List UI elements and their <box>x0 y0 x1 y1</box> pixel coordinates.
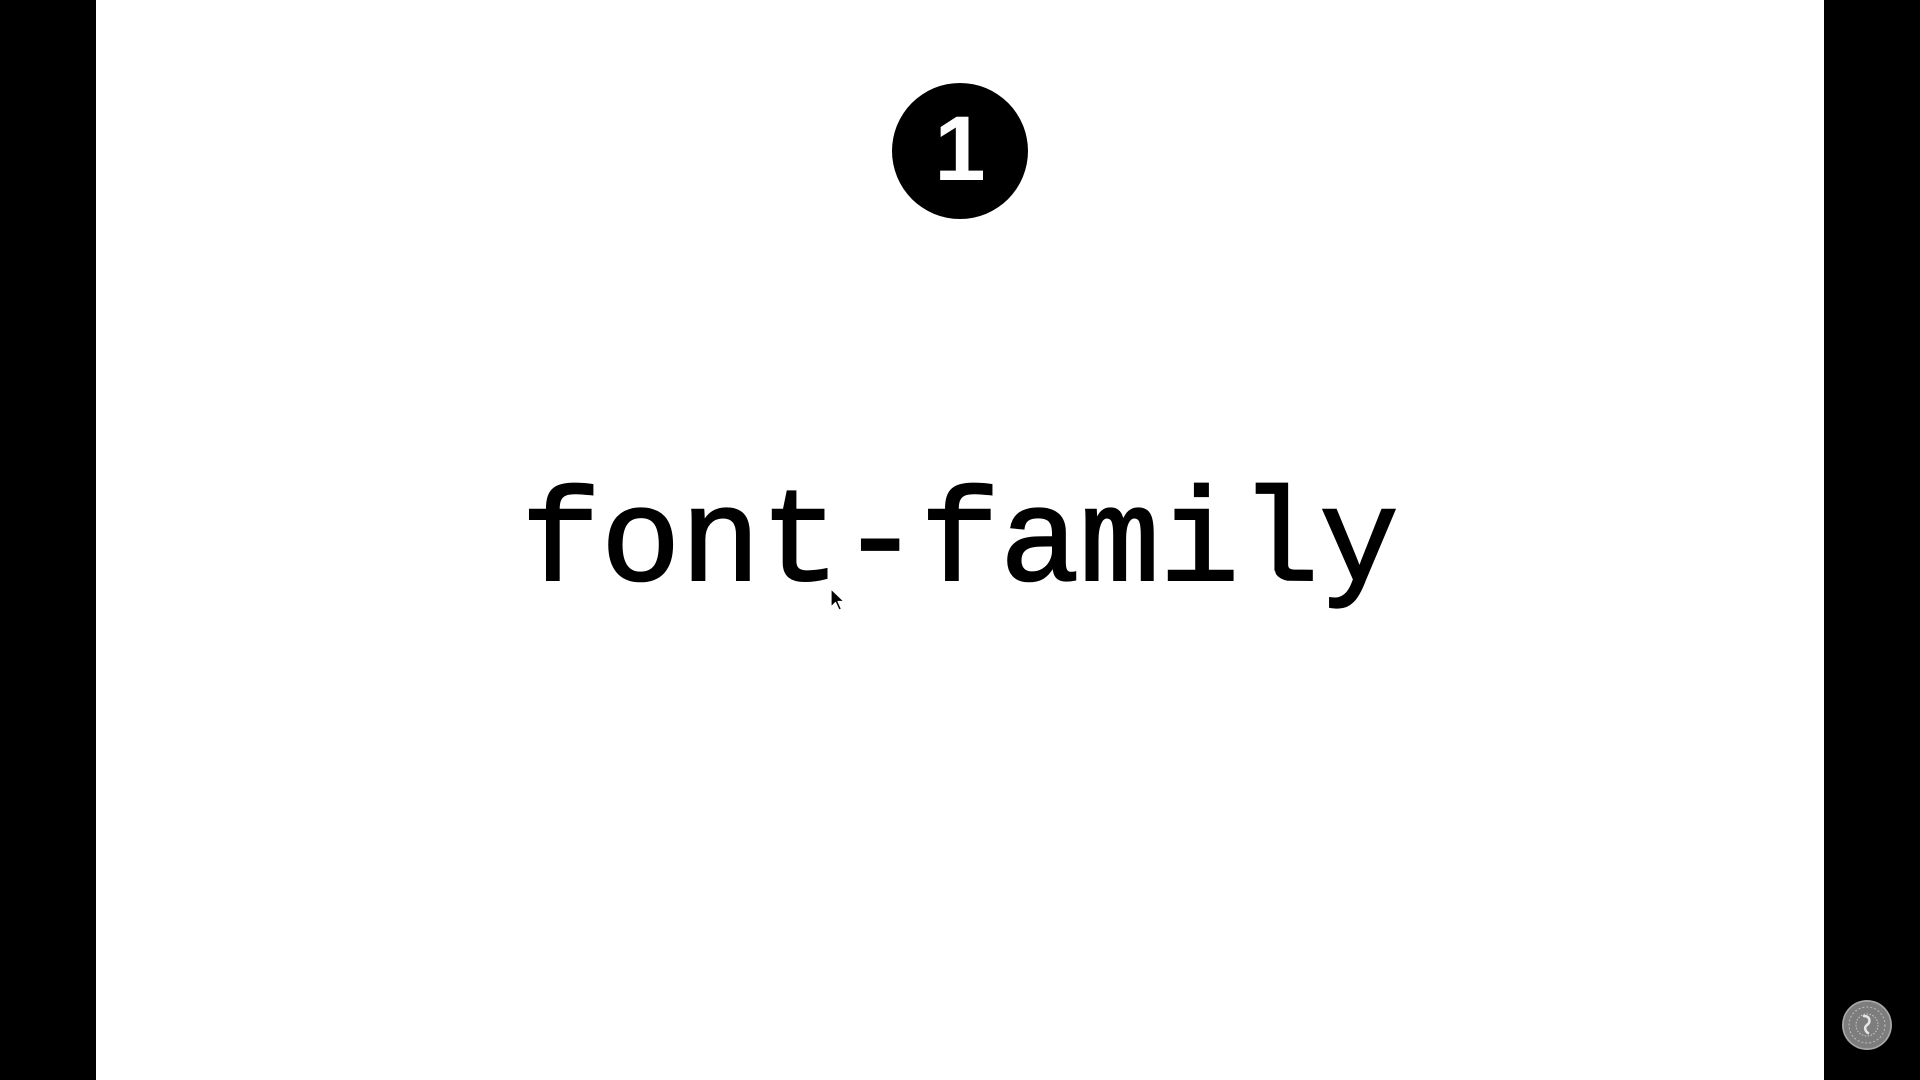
mouse-pointer-icon <box>830 588 845 611</box>
channel-logo-icon <box>1842 1000 1892 1050</box>
letterbox-left <box>0 0 96 1080</box>
step-badge: 1 <box>892 83 1028 219</box>
video-frame: 1 font-family <box>0 0 1920 1080</box>
letterbox-right <box>1824 0 1920 1080</box>
step-number: 1 <box>934 98 986 200</box>
css-property-keyword: font-family <box>520 469 1400 620</box>
slide: 1 font-family <box>96 0 1824 1080</box>
